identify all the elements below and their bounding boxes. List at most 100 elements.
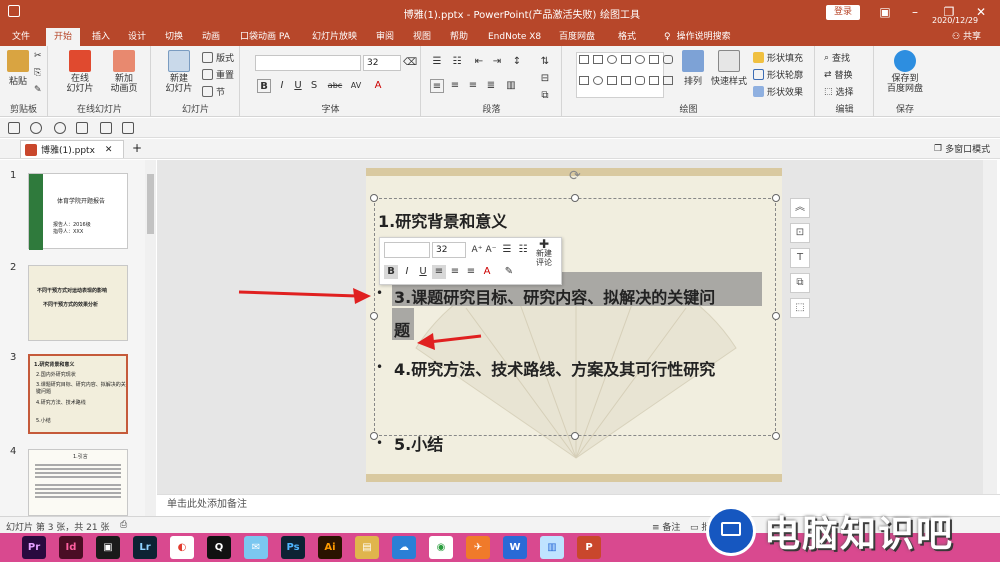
tab-endnote[interactable]: EndNote X8 xyxy=(488,28,541,46)
char-spacing-button[interactable]: AV xyxy=(347,79,365,93)
taskbar-app-icon[interactable]: ▥ xyxy=(540,536,564,559)
replace-button[interactable]: ⇄ 替换 xyxy=(824,68,853,82)
thumbnail-slide-3[interactable]: 1.研究背景和意义 2.国内外研究现状 3.课题研究目标、研究内容、拟解决的关键… xyxy=(28,354,128,434)
resize-handle[interactable] xyxy=(571,194,579,202)
line-spacing-icon[interactable]: ↕ xyxy=(510,55,524,69)
font-name-combo[interactable] xyxy=(255,55,361,71)
strikethrough-button[interactable]: abc xyxy=(325,79,345,93)
select-button[interactable]: ⬚ 选择 xyxy=(824,85,854,99)
tab-design[interactable]: 设计 xyxy=(128,28,146,46)
taskbar-app-icon[interactable]: ▤ xyxy=(355,536,379,559)
shape-outline-button[interactable]: 形状轮廓 xyxy=(753,68,803,81)
quick-styles-button[interactable]: 快速样式 xyxy=(709,50,749,87)
spellcheck-icon[interactable]: ⎙ xyxy=(120,520,127,530)
taskbar-app-icon[interactable]: Id xyxy=(59,536,83,559)
shape-rect[interactable] xyxy=(579,76,589,85)
notes-toggle[interactable]: ≡ 备注 xyxy=(652,520,680,533)
shape-oval[interactable] xyxy=(607,55,617,64)
underline-button[interactable]: U xyxy=(291,79,305,93)
shape-rect[interactable] xyxy=(663,76,673,85)
font-size-combo[interactable]: 32 xyxy=(363,55,401,71)
resize-handle[interactable] xyxy=(772,194,780,202)
shape-effects-button[interactable]: 形状效果 xyxy=(753,85,803,98)
align-center-icon[interactable]: ≡ xyxy=(448,79,462,93)
shape-rounded[interactable] xyxy=(663,55,673,64)
taskbar-app-icon[interactable]: ✈ xyxy=(466,536,490,559)
scroll-thumb[interactable] xyxy=(147,174,154,234)
ribbon-display-icon[interactable]: ▣ xyxy=(876,4,894,20)
smartart-icon[interactable]: ⧉ xyxy=(538,89,552,103)
clear-format-icon[interactable]: ⌫ xyxy=(403,56,417,70)
slide-line-1[interactable]: 1.研究背景和意义 xyxy=(378,208,507,232)
resize-handle[interactable] xyxy=(370,194,378,202)
shape-rect[interactable] xyxy=(607,76,617,85)
text-box-icon[interactable]: T xyxy=(790,248,810,268)
format-painter-icon[interactable]: ✎ xyxy=(34,85,42,95)
shadow-button[interactable]: S xyxy=(307,79,321,93)
mini-numbering-icon[interactable]: ☷ xyxy=(516,243,530,257)
shape-oval[interactable] xyxy=(635,55,645,64)
taskbar-app-icon[interactable]: Q xyxy=(207,536,231,559)
shapes-gallery[interactable] xyxy=(576,52,673,98)
thumbnail-slide-2[interactable]: 不同干预方式对运动表现的影响 不同干预方式的效果分析 xyxy=(28,265,128,341)
tell-me-search[interactable]: ♀ 操作说明搜索 xyxy=(664,28,731,46)
multi-window-button[interactable]: ❐ 多窗口模式 xyxy=(934,142,990,156)
mini-bullets-icon[interactable]: ☰ xyxy=(500,243,514,257)
taskbar-app-icon[interactable]: Ai xyxy=(318,536,342,559)
bullets-icon[interactable]: ☰ xyxy=(430,55,444,69)
mini-format-painter-icon[interactable]: ✎ xyxy=(502,265,516,279)
reset-button[interactable]: 重置 xyxy=(202,68,234,81)
numbering-icon[interactable]: ☷ xyxy=(450,55,464,69)
taskbar-app-icon[interactable]: ✉ xyxy=(244,536,268,559)
mini-italic-button[interactable]: I xyxy=(400,265,414,279)
increase-indent-icon[interactable]: ⇥ xyxy=(490,55,504,69)
layout-options-icon[interactable]: ︽ xyxy=(790,198,810,218)
taskbar-app-icon[interactable]: Pr xyxy=(22,536,46,559)
align-right-icon[interactable]: ≡ xyxy=(466,79,480,93)
slide-line-5[interactable]: 5.小结 xyxy=(394,431,443,455)
resize-handle[interactable] xyxy=(772,432,780,440)
touch-mode-icon[interactable] xyxy=(100,122,112,134)
new-doc-icon[interactable] xyxy=(122,122,134,134)
tab-format[interactable]: 格式 xyxy=(618,28,636,46)
save-icon[interactable] xyxy=(8,122,20,134)
align-text-icon[interactable]: ⊟ xyxy=(538,72,552,86)
mini-align-center-icon[interactable]: ≡ xyxy=(448,265,462,279)
thumbnail-scrollbar[interactable] xyxy=(145,160,156,516)
font-color-icon[interactable]: A xyxy=(371,79,385,93)
find-button[interactable]: ⌕ 查找 xyxy=(824,51,850,65)
columns-icon[interactable]: ▥ xyxy=(504,79,518,93)
rotate-handle-icon[interactable]: ⟳ xyxy=(569,168,581,184)
taskbar-app-icon[interactable]: ◐ xyxy=(170,536,194,559)
bold-button[interactable]: B xyxy=(257,79,271,93)
tab-review[interactable]: 审阅 xyxy=(376,28,394,46)
tab-transitions[interactable]: 切换 xyxy=(165,28,183,46)
tab-view[interactable]: 视图 xyxy=(413,28,431,46)
shape-rounded[interactable] xyxy=(635,76,645,85)
mini-font-color-button[interactable]: A xyxy=(480,265,494,279)
tab-baidu[interactable]: 百度网盘 xyxy=(559,28,595,46)
tab-slideshow[interactable]: 幻灯片放映 xyxy=(312,28,357,46)
redo-icon[interactable] xyxy=(54,122,66,134)
select-pane-icon[interactable]: ⬚ xyxy=(790,298,810,318)
taskbar-app-icon[interactable]: ◉ xyxy=(429,536,453,559)
new-tab-icon[interactable]: + xyxy=(132,141,142,155)
tab-insert[interactable]: 插入 xyxy=(92,28,110,46)
mini-bold-button[interactable]: B xyxy=(384,265,398,279)
new-slide-button[interactable]: 新建 幻灯片 xyxy=(162,50,196,94)
shape-rect[interactable] xyxy=(649,55,659,64)
text-direction-icon[interactable]: ⇅ xyxy=(538,55,552,69)
shape-fill-button[interactable]: 形状填充 xyxy=(753,51,803,64)
shrink-font-icon[interactable]: A⁻ xyxy=(484,243,498,257)
justify-icon[interactable]: ≣ xyxy=(484,79,498,93)
shape-rect[interactable] xyxy=(621,76,631,85)
mini-align-right-icon[interactable]: ≡ xyxy=(464,265,478,279)
layout-button[interactable]: 版式 xyxy=(202,51,234,64)
tab-pocket-anim[interactable]: 口袋动画 PA xyxy=(240,28,290,46)
document-tab[interactable]: 博雅(1).pptx ✕ xyxy=(20,140,124,158)
taskbar-app-icon[interactable]: ▣ xyxy=(96,536,120,559)
tab-animations[interactable]: 动画 xyxy=(202,28,220,46)
shape-rect[interactable] xyxy=(621,55,631,64)
minimize-icon[interactable]: – xyxy=(906,4,924,20)
tab-home[interactable]: 开始 xyxy=(46,28,81,46)
